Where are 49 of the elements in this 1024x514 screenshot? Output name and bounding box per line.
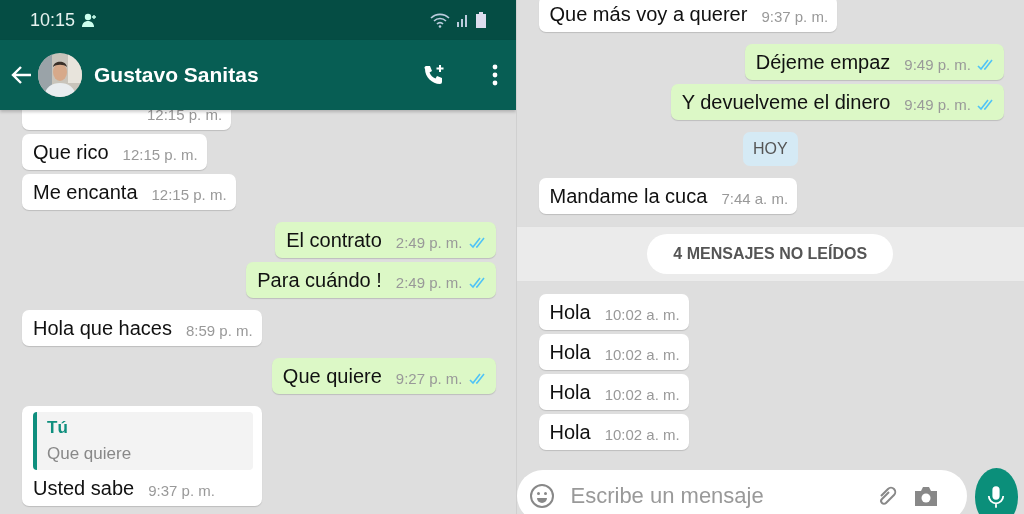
message-time: 12:15 p. m. bbox=[151, 185, 227, 205]
message-time: 9:37 p. m. bbox=[761, 7, 829, 27]
message-time: 10:02 a. m. bbox=[604, 345, 680, 365]
message-text: Usted sabe bbox=[33, 476, 135, 501]
emoji-icon[interactable] bbox=[528, 483, 555, 509]
message-text: Déjeme empaz bbox=[755, 50, 891, 75]
unread-count-label: 4 MENSAJES NO LEÍDOS bbox=[647, 234, 894, 274]
quote-text: Que quiere bbox=[47, 444, 133, 464]
microphone-icon bbox=[987, 485, 1006, 509]
message-time: 12:15 p. m. bbox=[122, 145, 198, 165]
message-text: Que quiere bbox=[282, 364, 382, 389]
message-text: Hola bbox=[549, 340, 591, 365]
message-time: 10:02 a. m. bbox=[604, 385, 680, 405]
message-time: 7:44 a. m. bbox=[721, 189, 789, 209]
person-icon bbox=[81, 12, 98, 28]
date-label: HOY bbox=[742, 132, 798, 166]
message-time: 9:49 p. m. bbox=[904, 55, 971, 75]
message-time: 10:02 a. m. bbox=[604, 425, 680, 445]
message-text: Hola que haces bbox=[33, 316, 172, 341]
camera-icon[interactable] bbox=[912, 485, 939, 507]
message-text: Que rico bbox=[33, 140, 109, 165]
battery-icon bbox=[475, 12, 486, 28]
contact-name[interactable]: Gustavo Sanitas bbox=[94, 63, 259, 87]
message-field[interactable]: Escribe un mensaje bbox=[516, 470, 967, 514]
status-time: 10:15 bbox=[30, 9, 76, 31]
message-input[interactable]: Escribe un mensaje bbox=[568, 482, 861, 510]
microphone-button[interactable] bbox=[974, 468, 1018, 514]
wifi-icon bbox=[429, 12, 450, 28]
message-text: Mandame la cuca bbox=[549, 184, 708, 209]
message-time: 2:49 p. m. bbox=[395, 273, 463, 293]
message-time: 8:59 p. m. bbox=[186, 321, 253, 341]
signal-icon bbox=[455, 13, 470, 27]
message-time: 9:27 p. m. bbox=[395, 369, 463, 389]
message-text: Para cuándo ! bbox=[257, 268, 382, 293]
message-text: Que más voy a querer bbox=[549, 2, 748, 27]
message-text: Me encanta bbox=[33, 180, 138, 205]
message-time: 9:37 p. m. bbox=[148, 481, 215, 501]
message-text: Hola bbox=[549, 300, 591, 325]
message-time: 9:49 p. m. bbox=[904, 95, 971, 115]
message-text: Hola bbox=[549, 420, 591, 445]
message-time: 2:49 p. m. bbox=[395, 233, 463, 253]
message-time: 10:02 a. m. bbox=[604, 305, 680, 325]
message-text: El contrato bbox=[286, 228, 382, 253]
back-arrow-icon[interactable] bbox=[10, 65, 32, 85]
message-text: Y devuelveme el dinero bbox=[681, 90, 891, 115]
message-time: 12:15 p. m. bbox=[147, 105, 223, 125]
message-text: Hola bbox=[549, 380, 591, 405]
menu-icon[interactable] bbox=[491, 64, 498, 86]
quote-author: Tú bbox=[47, 418, 69, 438]
